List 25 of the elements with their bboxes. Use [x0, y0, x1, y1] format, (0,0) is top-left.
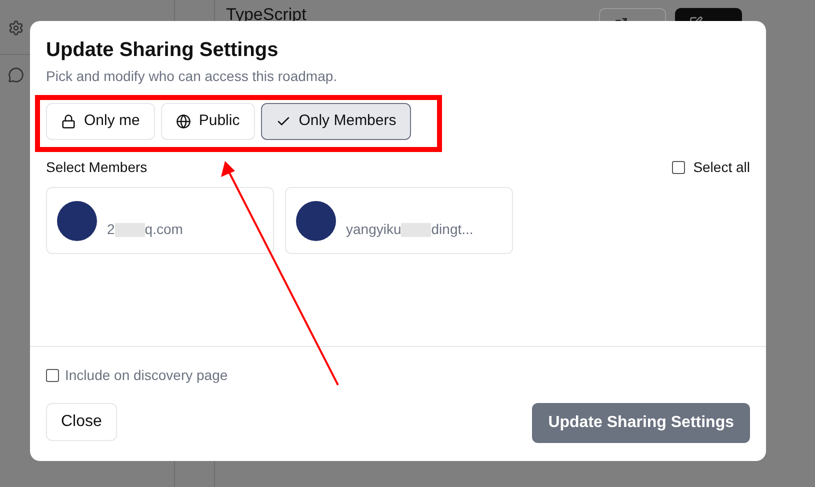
section-label: Select Members: [46, 158, 148, 177]
page-title: TypeScript: [226, 4, 306, 26]
globe-icon: [176, 114, 191, 129]
settings-icon[interactable]: [8, 20, 24, 36]
visibility-option[interactable]: Public: [160, 103, 255, 140]
visibility-option[interactable]: Only me: [46, 103, 155, 140]
member-email: 2: [107, 220, 115, 239]
select-all-checkbox[interactable]: Select all: [672, 157, 750, 178]
member-email: dingt...: [431, 220, 474, 239]
member-card[interactable]: yangyiku dingt...: [285, 187, 513, 254]
avatar: [296, 200, 336, 240]
member-email: yangyiku: [346, 220, 402, 239]
member-email: q.com: [144, 220, 183, 239]
dialog-title: Update Sharing Settings: [46, 38, 280, 63]
chat-icon[interactable]: [8, 67, 24, 83]
blurred-text: [114, 222, 145, 236]
dialog-subtitle: Pick and modify who can access this roadmap.: [46, 67, 338, 86]
visibility-option[interactable]: Only Members: [260, 103, 412, 140]
close-button[interactable]: Close: [46, 403, 117, 441]
lock-icon: [61, 114, 76, 129]
member-card[interactable]: 2 q.com: [46, 187, 274, 254]
blurred-text: [401, 222, 432, 236]
discovery-checkbox[interactable]: Include on discovery page: [46, 365, 750, 386]
update-button[interactable]: Update Sharing Settings: [532, 403, 750, 443]
avatar: [57, 200, 97, 240]
